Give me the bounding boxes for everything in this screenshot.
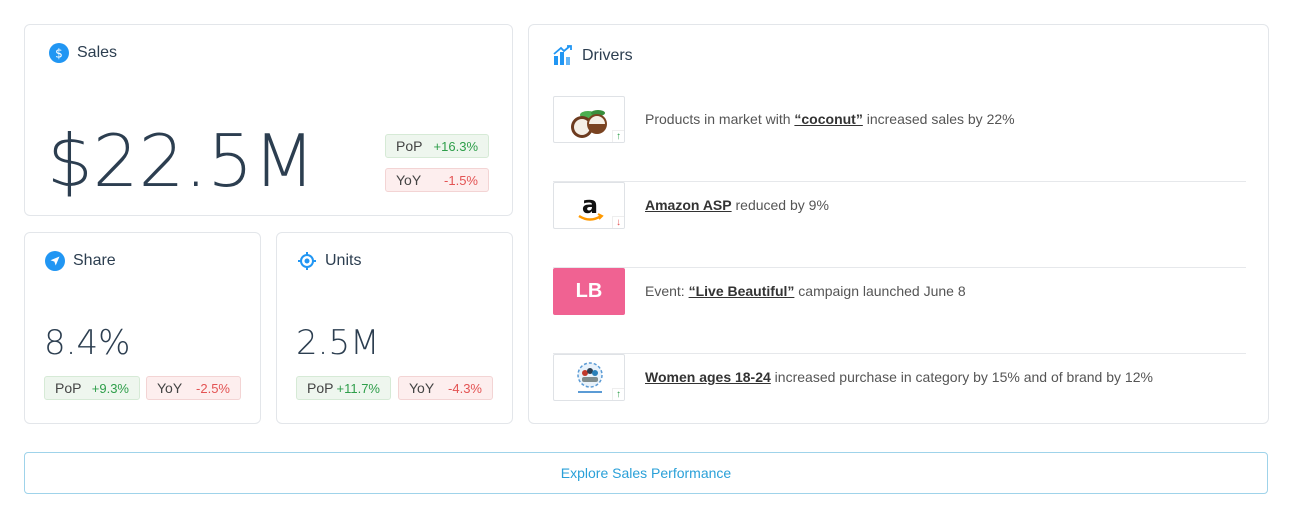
units-yoy-badge: YoY -4.3% <box>398 376 493 400</box>
driver-thumbnail: ↑ <box>553 354 625 401</box>
target-icon <box>297 251 317 271</box>
driver-link-women-18-24[interactable]: Women ages 18-24 <box>645 369 771 385</box>
share-title: Share <box>73 252 116 269</box>
trend-down-icon: ↓ <box>612 216 624 228</box>
share-card-header: Share <box>45 251 116 271</box>
share-pop-badge: PoP +9.3% <box>44 376 140 400</box>
driver-thumbnail: a ↓ <box>553 182 625 229</box>
driver-text-pre: Event: <box>645 283 689 299</box>
units-pop-label: PoP <box>307 380 334 396</box>
svg-text:$: $ <box>55 47 63 61</box>
share-yoy-label: YoY <box>157 380 183 396</box>
units-pop-value: +11.7% <box>336 380 381 396</box>
driver-row-amazon: a ↓ Amazon ASP reduced by 9% <box>553 182 1246 268</box>
explore-sales-performance-button[interactable]: Explore Sales Performance <box>24 452 1268 494</box>
units-card-header: Units <box>297 251 361 271</box>
dollar-icon: $ <box>49 43 69 63</box>
sales-card: $ Sales $22.5M PoP +16.3% YoY -1.5% <box>24 24 513 216</box>
driver-text: Women ages 18-24 increased purchase in c… <box>645 369 1153 385</box>
driver-link-live-beautiful[interactable]: “Live Beautiful” <box>689 283 795 299</box>
sales-pop-badge: PoP +16.3% <box>385 134 489 158</box>
driver-text-post: increased purchase in category by 15% an… <box>770 369 1153 385</box>
share-value: 8.4% <box>44 323 131 363</box>
bar-chart-trend-icon <box>552 45 574 67</box>
drivers-card: Drivers ↑ Products in market with “cocon… <box>528 24 1269 424</box>
event-tile: LB <box>553 268 625 315</box>
units-title: Units <box>325 252 362 269</box>
sales-title: Sales <box>77 44 118 61</box>
driver-row-live-beautiful: LB Event: “Live Beautiful” campaign laun… <box>553 268 1246 354</box>
sales-card-header: $ Sales <box>49 43 117 63</box>
units-yoy-label: YoY <box>409 380 435 396</box>
share-yoy-badge: YoY -2.5% <box>146 376 241 400</box>
driver-text: Event: “Live Beautiful” campaign launche… <box>645 283 966 299</box>
sales-pop-value: +16.3% <box>433 138 478 154</box>
driver-text-post: reduced by 9% <box>731 197 829 213</box>
driver-text-post: increased sales by 22% <box>862 111 1015 127</box>
drivers-title: Drivers <box>582 47 633 64</box>
driver-text: Amazon ASP reduced by 9% <box>645 197 829 213</box>
trend-up-icon: ↑ <box>612 130 624 142</box>
driver-text-pre: Products in market with <box>645 111 795 127</box>
sales-value: $22.5M <box>47 119 316 203</box>
svg-text:a: a <box>582 191 598 219</box>
units-card: Units 2.5M PoP +11.7% YoY -4.3% <box>276 232 513 424</box>
driver-text: Products in market with “coconut” increa… <box>645 111 1015 127</box>
driver-text-post: campaign launched June 8 <box>794 283 966 299</box>
navigation-arrow-icon <box>45 251 65 271</box>
sales-yoy-label: YoY <box>396 172 422 188</box>
share-card: Share 8.4% PoP +9.3% YoY -2.5% <box>24 232 261 424</box>
driver-link-amazon-asp[interactable]: Amazon ASP <box>645 197 732 213</box>
units-value: 2.5M <box>296 323 380 363</box>
sales-yoy-value: -1.5% <box>444 172 478 188</box>
share-pop-label: PoP <box>55 380 82 396</box>
sales-pop-label: PoP <box>396 138 423 154</box>
driver-thumbnail: ↑ <box>553 96 625 143</box>
driver-link-coconut[interactable]: “coconut” <box>794 111 862 127</box>
driver-row-women-18-24: ↑ Women ages 18-24 increased purchase in… <box>553 354 1246 440</box>
units-yoy-value: -4.3% <box>448 380 482 396</box>
share-yoy-value: -2.5% <box>196 380 230 396</box>
units-pop-badge: PoP +11.7% <box>296 376 391 400</box>
drivers-card-header: Drivers <box>552 45 633 67</box>
share-pop-value: +9.3% <box>91 380 129 396</box>
driver-row-coconut: ↑ Products in market with “coconut” incr… <box>553 96 1246 182</box>
sales-yoy-badge: YoY -1.5% <box>385 168 489 192</box>
trend-up-icon: ↑ <box>612 388 624 400</box>
